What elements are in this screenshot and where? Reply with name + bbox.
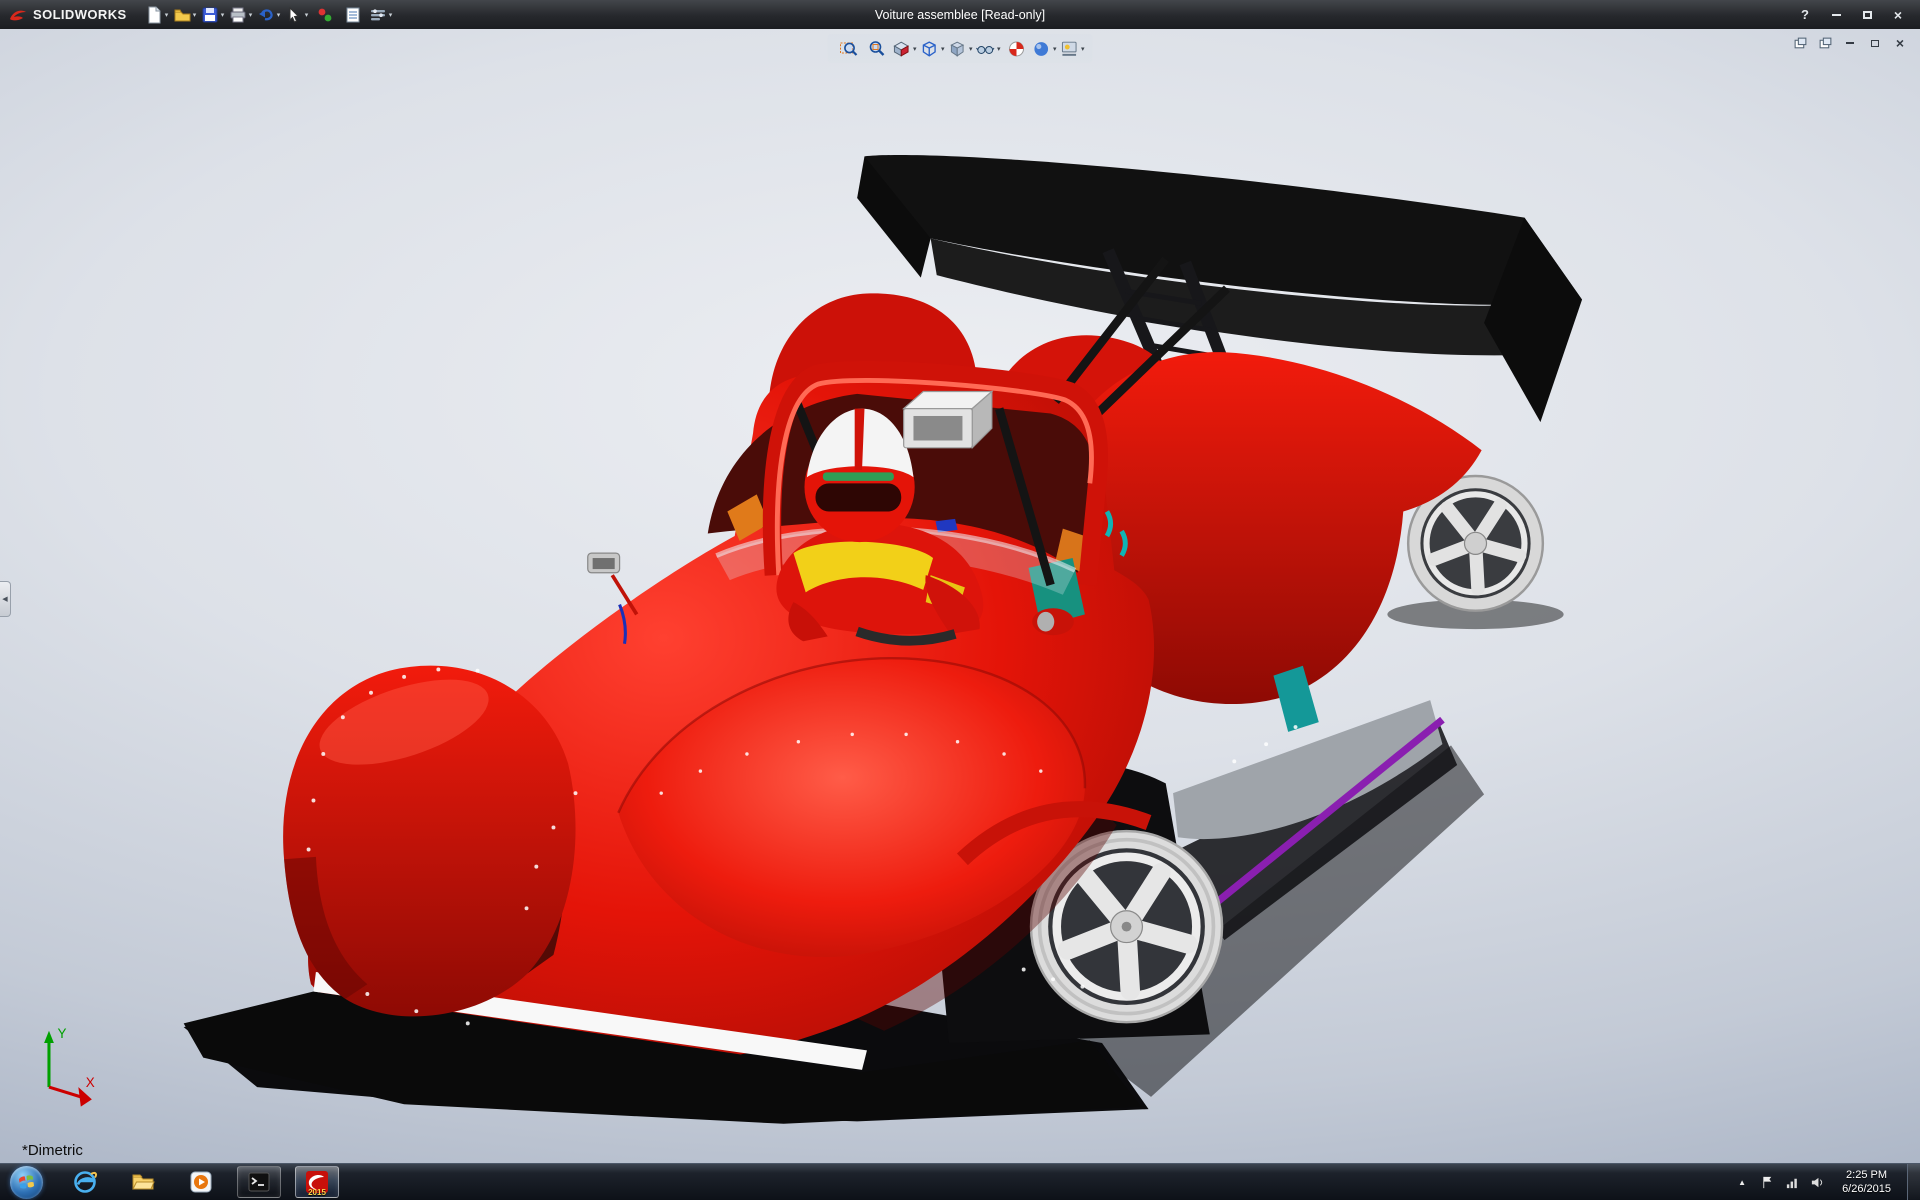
windows-flag-icon <box>16 1172 37 1193</box>
start-button[interactable] <box>10 1166 43 1199</box>
show-desktop-button[interactable] <box>1907 1164 1920 1200</box>
maximize-button[interactable] <box>1853 5 1881 25</box>
zoom-to-area-button[interactable] <box>864 36 889 61</box>
taskbar-items: 2015 <box>63 1166 339 1198</box>
section-view-button[interactable]: ▾ <box>892 36 917 61</box>
close-button[interactable]: × <box>1884 5 1912 25</box>
main-toolbar: ▾▾▾▾▾▾▾ <box>143 3 395 27</box>
headsup-view-toolbar: ▾▾▾▾▾▾ <box>828 34 1093 63</box>
brand-name: SOLIDWORKS <box>33 7 127 22</box>
taskbar-internet-explorer[interactable] <box>63 1166 107 1198</box>
clock-date: 6/26/2015 <box>1842 1182 1891 1196</box>
doc-minimize-button[interactable] <box>1840 34 1860 52</box>
rebuild-button[interactable] <box>313 3 337 27</box>
file-properties-button[interactable] <box>341 3 365 27</box>
solidworks-logo: SOLIDWORKS <box>8 7 127 22</box>
undo-button[interactable]: ▾ <box>257 3 281 27</box>
right-mirror[interactable] <box>1032 608 1074 635</box>
zoom-to-fit-button[interactable] <box>836 36 861 61</box>
taskbar-file-explorer[interactable] <box>121 1166 165 1198</box>
doc-restore-button[interactable] <box>1865 34 1885 52</box>
help-button[interactable]: ? <box>1791 5 1819 25</box>
ds-logo-icon <box>8 8 28 22</box>
triad-y-label: Y <box>58 1026 67 1041</box>
tray-network-icon[interactable] <box>1783 1173 1801 1191</box>
window-controls: ?× <box>1791 5 1912 25</box>
rearview-mirror[interactable] <box>904 391 992 447</box>
open-button[interactable]: ▾ <box>173 3 197 27</box>
hide-show-items-button[interactable]: ▾ <box>976 36 1001 61</box>
edit-appearance-button[interactable] <box>1004 36 1029 61</box>
tray-action-center-icon[interactable] <box>1758 1173 1776 1191</box>
minimize-button[interactable] <box>1822 5 1850 25</box>
select-button[interactable]: ▾ <box>285 3 309 27</box>
doc-close-button[interactable]: × <box>1890 34 1910 52</box>
taskbar-media-player[interactable] <box>179 1166 223 1198</box>
document-window-controls: × <box>1790 34 1910 52</box>
tray-hidden-icons-button[interactable]: ▲ <box>1733 1173 1751 1191</box>
view-settings-button[interactable]: ▾ <box>1060 36 1085 61</box>
view-orientation-label: *Dimetric <box>22 1142 83 1159</box>
feature-panel-collapse-handle[interactable]: ◀ <box>0 581 11 617</box>
triad-x-label: X <box>86 1075 95 1090</box>
options-button[interactable]: ▾ <box>369 3 393 27</box>
view-orientation-button[interactable]: ▾ <box>920 36 945 61</box>
solidworks-window: SOLIDWORKS ▾▾▾▾▾▾▾ Voiture assemblee [Re… <box>0 0 1920 1200</box>
taskbar: 2015 ▲ 2:25 PM 6/26/2015 <box>0 1163 1920 1200</box>
left-fender-pontoon[interactable] <box>283 662 575 1016</box>
doc-window-button[interactable] <box>1790 34 1810 52</box>
display-style-button[interactable]: ▾ <box>948 36 973 61</box>
clock-time: 2:25 PM <box>1842 1168 1891 1182</box>
titlebar: SOLIDWORKS ▾▾▾▾▾▾▾ Voiture assemblee [Re… <box>0 0 1920 29</box>
print-button[interactable]: ▾ <box>229 3 253 27</box>
tray-volume-icon[interactable] <box>1808 1173 1826 1191</box>
orientation-triad[interactable]: Y X <box>44 1026 95 1107</box>
system-tray: ▲ 2:25 PM 6/26/2015 <box>1733 1164 1920 1200</box>
apply-scene-button[interactable]: ▾ <box>1032 36 1057 61</box>
doc-window-2-button[interactable] <box>1815 34 1835 52</box>
model-canvas[interactable]: Y X <box>0 29 1920 1163</box>
taskbar-solidworks-2015[interactable]: 2015 <box>295 1166 339 1198</box>
new-button[interactable]: ▾ <box>145 3 169 27</box>
graphics-viewport[interactable]: Y X ▾▾▾▾▾▾ × *Dimetric ◀ <box>0 29 1920 1163</box>
save-button[interactable]: ▾ <box>201 3 225 27</box>
taskbar-command-prompt[interactable] <box>237 1166 281 1198</box>
tray-icons: ▲ <box>1733 1173 1826 1191</box>
taskbar-clock[interactable]: 2:25 PM 6/26/2015 <box>1833 1168 1900 1197</box>
